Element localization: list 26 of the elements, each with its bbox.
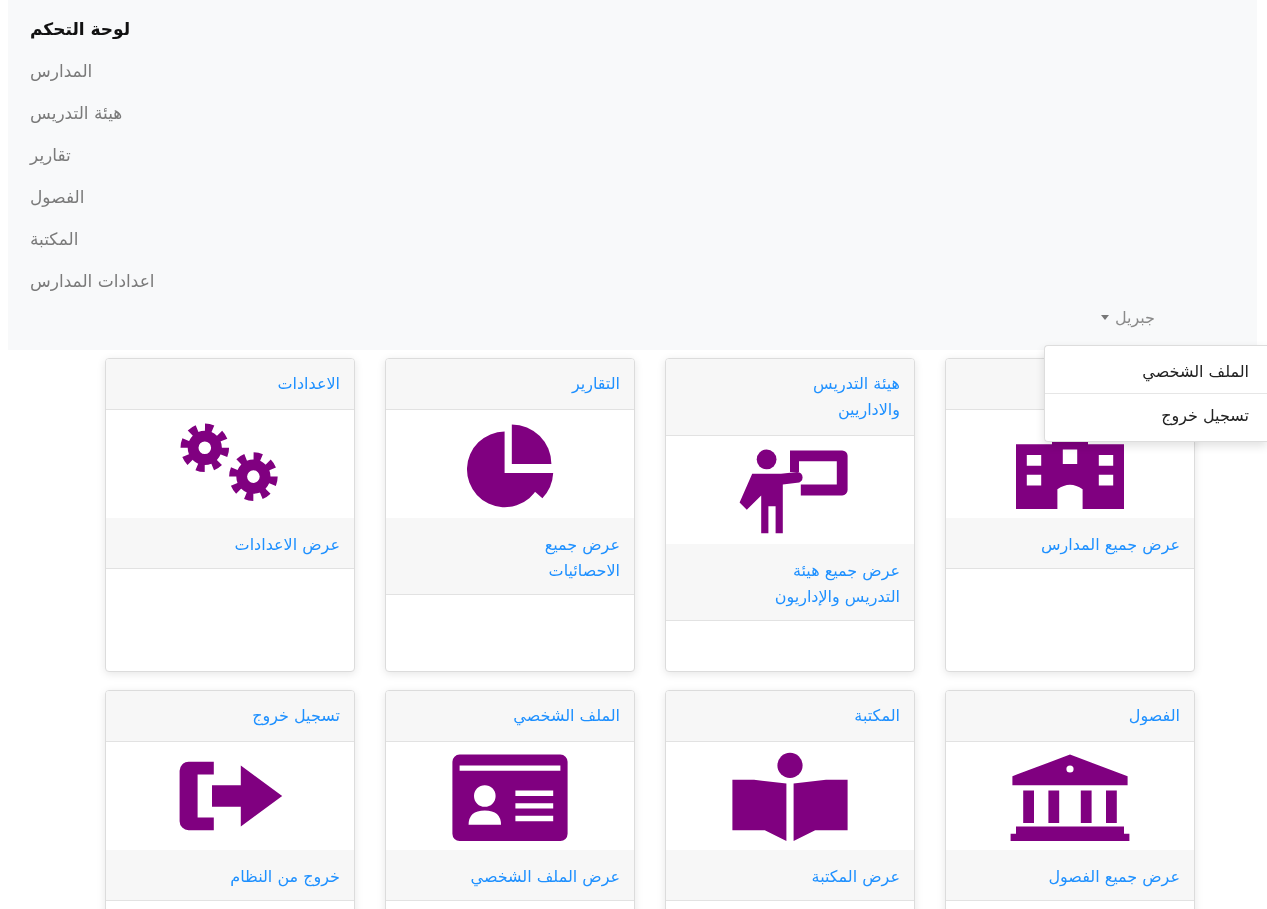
nav-link[interactable]: اعدادات المدارس bbox=[30, 266, 155, 308]
dropdown-item[interactable]: الملف الشخصي bbox=[1045, 350, 1267, 393]
card-title[interactable]: المكتبة bbox=[750, 703, 900, 729]
card-title[interactable]: هيئة التدريس والاداريين bbox=[750, 371, 900, 423]
nav-link[interactable]: لوحة التحكم bbox=[30, 14, 131, 56]
card-title[interactable]: الاعدادات bbox=[190, 371, 340, 397]
card-link[interactable]: عرض الاعدادات bbox=[190, 532, 340, 558]
nav-link[interactable]: هيئة التدريس bbox=[30, 98, 123, 140]
card-link[interactable]: خروج من النظام bbox=[190, 864, 340, 890]
nav-link[interactable]: الفصول bbox=[30, 182, 85, 224]
nav-link[interactable]: تقارير bbox=[30, 140, 71, 182]
card-link[interactable]: عرض جميع الاحصائيات bbox=[470, 532, 620, 584]
card-link[interactable]: عرض الملف الشخصي bbox=[470, 864, 620, 890]
caret-icon bbox=[1100, 315, 1109, 320]
card-link[interactable]: عرض جميع هيئة التدريس والإداريون bbox=[750, 558, 900, 610]
nav-link[interactable]: المدارس bbox=[30, 56, 93, 98]
card-title[interactable]: تسجيل خروج bbox=[190, 703, 340, 729]
dropdown-item[interactable]: تسجيل خروج bbox=[1045, 394, 1267, 437]
card-link[interactable]: عرض جميع الفصول bbox=[1030, 864, 1180, 890]
card-title[interactable]: الملف الشخصي bbox=[470, 703, 620, 729]
card-link[interactable]: عرض المكتبة bbox=[750, 864, 900, 890]
card-title[interactable]: الفصول bbox=[1030, 703, 1180, 729]
user-dropdown-toggle[interactable]: جبريل bbox=[1100, 306, 1155, 329]
card-title[interactable]: التقارير bbox=[470, 371, 620, 397]
nav-link[interactable]: المكتبة bbox=[30, 224, 79, 266]
card-link[interactable]: عرض جميع المدارس bbox=[1030, 532, 1180, 558]
